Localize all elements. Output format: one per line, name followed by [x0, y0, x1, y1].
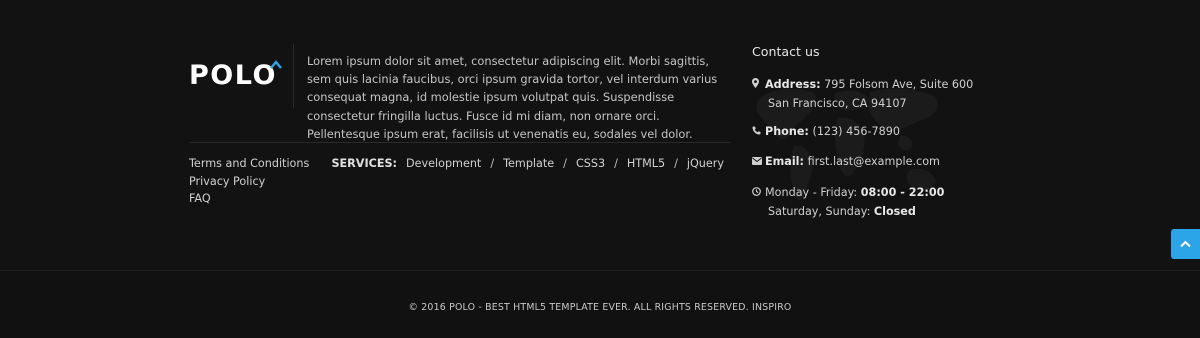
weekday-label: Monday - Friday: [765, 186, 858, 199]
services-list: SERVICES: Development / Template / CSS3 … [331, 155, 724, 173]
service-template[interactable]: Template [503, 155, 554, 173]
separator: / [674, 157, 678, 170]
contact-phone: Phone: (123) 456-7890 [752, 123, 900, 142]
logo-text: POLO [189, 60, 277, 91]
map-marker-icon [752, 77, 765, 95]
service-development[interactable]: Development [406, 155, 481, 173]
address-line2: San Francisco, CA 94107 [768, 96, 907, 110]
services-label: SERVICES: [331, 157, 397, 170]
address-label: Address: [765, 78, 821, 91]
vertical-divider [293, 44, 294, 108]
phone-icon [752, 124, 765, 142]
about-text: Lorem ipsum dolor sit amet, consectetur … [307, 54, 718, 141]
separator: / [614, 157, 618, 170]
phone-number[interactable]: (123) 456-7890 [812, 125, 900, 138]
weekday-hours: 08:00 - 22:00 [860, 186, 945, 199]
chevron-up-icon [1180, 240, 1191, 248]
link-faq[interactable]: FAQ [189, 190, 309, 208]
contact-title: Contact us [752, 44, 820, 59]
service-html5[interactable]: HTML5 [627, 155, 665, 173]
weekend-hours: Closed [873, 204, 916, 218]
clock-icon [752, 185, 765, 203]
scroll-to-top-button[interactable] [1171, 229, 1200, 259]
contact-address: Address: 795 Folsom Ave, Suite 600 San F… [752, 76, 973, 112]
copyright-text: © 2016 POLO - BEST HTML5 TEMPLATE EVER. … [408, 302, 792, 313]
phone-label: Phone: [765, 125, 809, 138]
link-terms[interactable]: Terms and Conditions [189, 155, 309, 173]
service-jquery[interactable]: jQuery [687, 155, 724, 173]
logo-accent-icon [270, 60, 282, 69]
weekend-label: Saturday, Sunday: [768, 204, 871, 218]
logo[interactable]: POLO [189, 60, 282, 91]
weekend-line: Saturday, Sunday: Closed [752, 203, 944, 221]
separator: / [490, 157, 495, 170]
separator: / [563, 157, 567, 170]
horizontal-divider [190, 142, 730, 143]
email-label: Email: [765, 155, 804, 168]
email-address[interactable]: first.last@example.com [808, 155, 940, 168]
contact-email: Email: first.last@example.com [752, 153, 940, 172]
service-css3[interactable]: CSS3 [576, 155, 605, 173]
contact-hours: Monday - Friday: 08:00 - 22:00 Saturday,… [752, 184, 944, 220]
link-privacy[interactable]: Privacy Policy [189, 173, 309, 191]
footer-links: Terms and Conditions Privacy Policy FAQ [189, 155, 309, 208]
envelope-icon [752, 154, 765, 172]
address-line1: 795 Folsom Ave, Suite 600 [824, 78, 974, 91]
